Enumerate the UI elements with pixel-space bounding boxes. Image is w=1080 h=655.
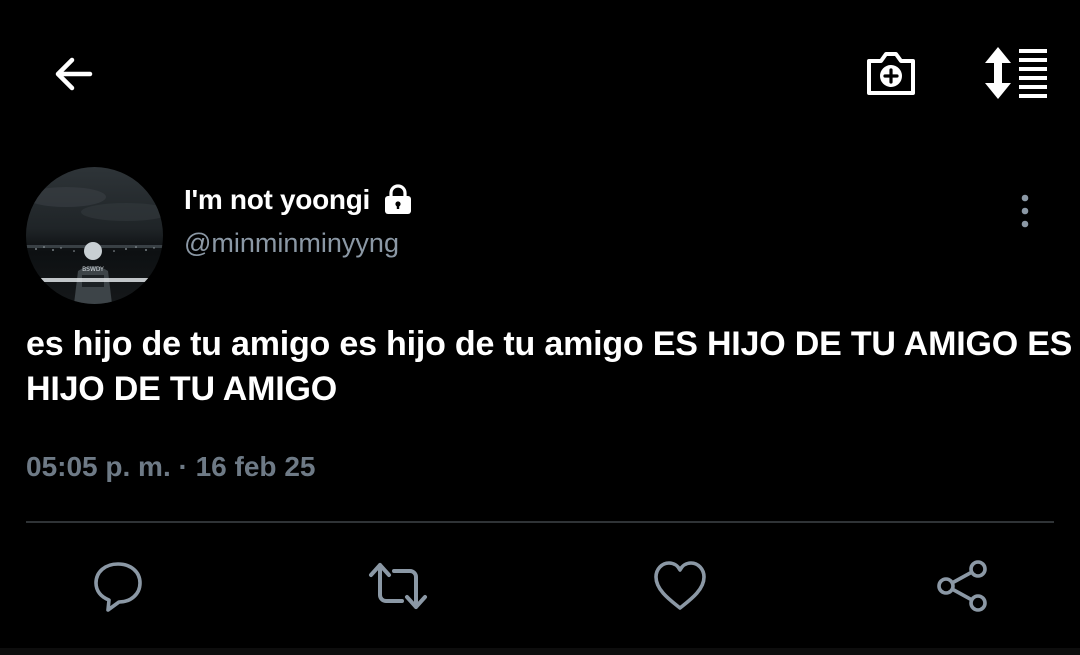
bottom-divider bbox=[0, 648, 1080, 655]
tweet-timestamp[interactable]: 05:05 p. m. · 16 feb 25 bbox=[26, 451, 315, 483]
back-button[interactable] bbox=[44, 44, 104, 104]
sort-lines-icon bbox=[985, 47, 1047, 99]
svg-text:BSWDY: BSWDY bbox=[82, 266, 104, 273]
retweet-button[interactable] bbox=[368, 556, 428, 616]
like-button[interactable] bbox=[650, 556, 710, 616]
divider bbox=[26, 521, 1054, 523]
share-button[interactable] bbox=[932, 556, 992, 616]
tweet-detail-screen: BSWDY I'm not yoongi @minminminyyng es h… bbox=[0, 0, 1080, 655]
share-icon bbox=[937, 560, 987, 612]
arrow-left-icon bbox=[55, 57, 93, 91]
more-options-button[interactable] bbox=[1010, 192, 1040, 232]
camera-button[interactable] bbox=[858, 40, 924, 106]
tweet-text: es hijo de tu amigo es hijo de tu amigo … bbox=[26, 325, 1073, 408]
lock-icon bbox=[383, 184, 413, 216]
retweet-icon bbox=[369, 563, 427, 609]
display-name[interactable]: I'm not yoongi bbox=[184, 184, 370, 216]
reply-icon bbox=[94, 562, 142, 612]
more-vertical-icon bbox=[1021, 194, 1029, 228]
sort-button[interactable] bbox=[978, 40, 1054, 106]
user-handle[interactable]: @minminminyyng bbox=[184, 228, 399, 259]
reply-button[interactable] bbox=[88, 556, 148, 616]
avatar[interactable]: BSWDY bbox=[26, 167, 163, 304]
display-name-row: I'm not yoongi bbox=[184, 178, 413, 222]
camera-plus-icon bbox=[867, 52, 915, 95]
avatar-photo: BSWDY bbox=[26, 167, 163, 304]
heart-icon bbox=[654, 561, 706, 610]
top-bar bbox=[0, 0, 1080, 145]
